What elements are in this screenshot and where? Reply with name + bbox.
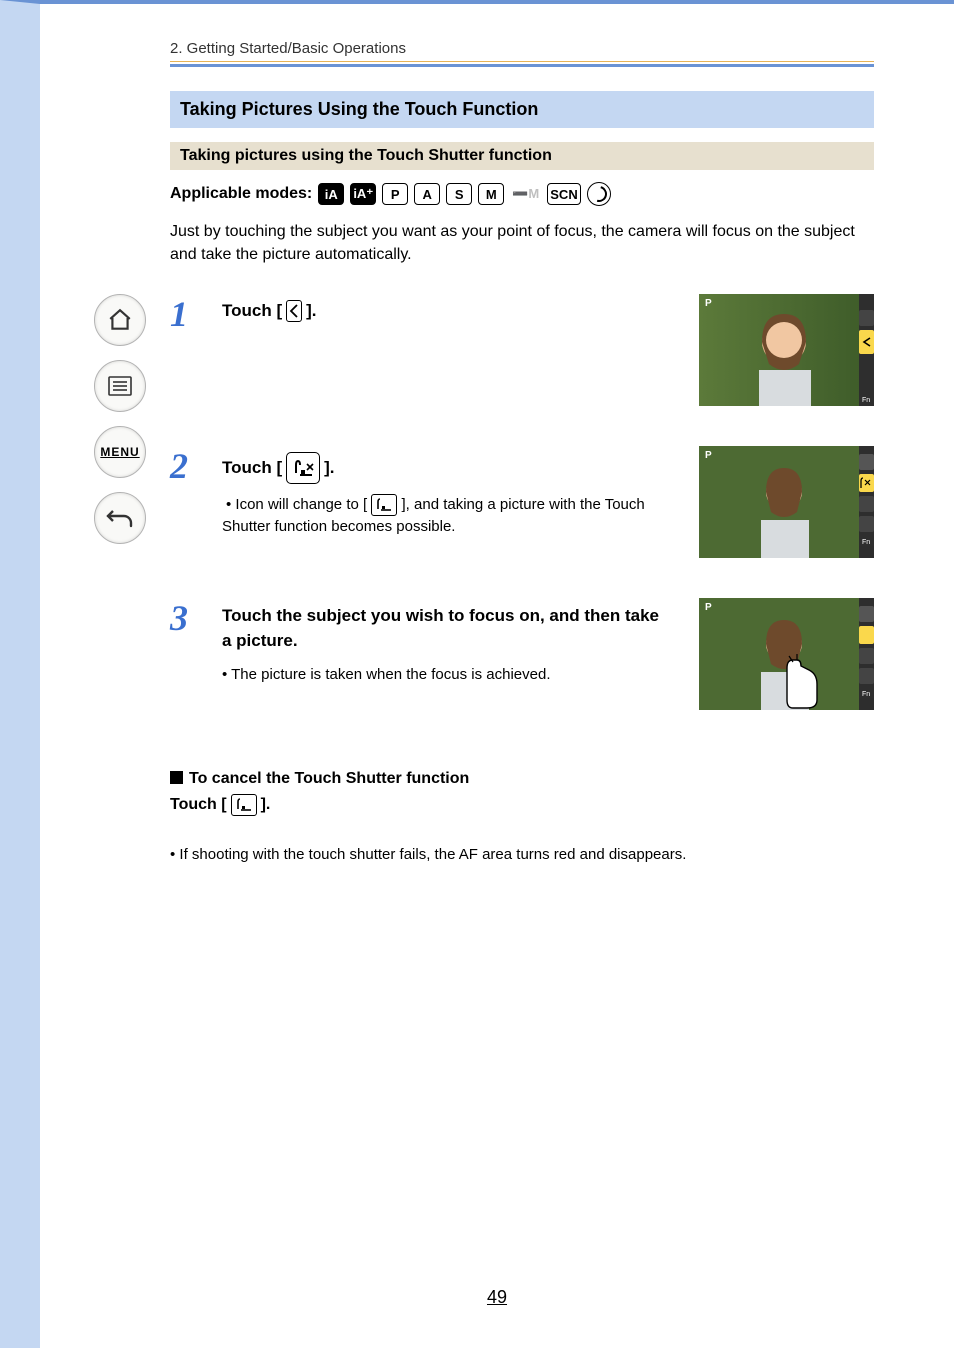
step-3-detail: • The picture is taken when the focus is… bbox=[222, 664, 671, 686]
svg-text:P: P bbox=[705, 450, 712, 461]
page-number[interactable]: 49 bbox=[40, 1287, 954, 1308]
mode-s: S bbox=[446, 183, 472, 205]
svg-text:Fn: Fn bbox=[862, 691, 870, 698]
svg-text:P: P bbox=[705, 602, 712, 613]
subsection-heading: Taking pictures using the Touch Shutter … bbox=[170, 142, 874, 170]
step-number-2: 2 bbox=[170, 448, 204, 484]
mode-movie-disabled: ➖M bbox=[510, 184, 541, 204]
svg-text:Fn: Fn bbox=[862, 539, 870, 546]
section-heading: Taking Pictures Using the Touch Function bbox=[170, 91, 874, 128]
mode-a: A bbox=[414, 183, 440, 205]
mode-ia-plus: iA⁺ bbox=[350, 183, 376, 205]
touch-shutter-on-icon bbox=[371, 494, 397, 516]
mode-ia: iA bbox=[318, 183, 344, 205]
mode-p: P bbox=[382, 183, 408, 205]
applicable-modes-row: Applicable modes: iA iA⁺ P A S M ➖M SCN bbox=[170, 182, 874, 206]
step-number-3: 3 bbox=[170, 600, 204, 636]
cancel-instruction: Touch [ ]. bbox=[170, 794, 874, 816]
intro-paragraph: Just by touching the subject you want as… bbox=[170, 220, 874, 266]
touch-shutter-off-icon bbox=[286, 452, 320, 484]
bullet-square-icon bbox=[170, 771, 183, 784]
step-3-thumbnail: P Fn bbox=[699, 598, 874, 710]
touch-tab-handle-icon bbox=[286, 300, 302, 322]
applicable-modes-label: Applicable modes: bbox=[170, 185, 312, 203]
svg-text:P: P bbox=[705, 298, 712, 309]
step-number-1: 1 bbox=[170, 296, 204, 332]
step-2-detail: • Icon will change to [ ], and taking a … bbox=[222, 494, 671, 538]
divider bbox=[170, 64, 874, 67]
step-2-thumbnail: P Fn bbox=[699, 446, 874, 558]
mode-m: M bbox=[478, 183, 504, 205]
svg-text:Fn: Fn bbox=[862, 397, 870, 404]
chapter-breadcrumb: 2. Getting Started/Basic Operations bbox=[170, 40, 874, 62]
step-2-title: Touch [ ]. bbox=[222, 452, 671, 484]
step-3-title: Touch the subject you wish to focus on, … bbox=[222, 604, 671, 653]
step-1-thumbnail: P Fn bbox=[699, 294, 874, 406]
warning-note: • If shooting with the touch shutter fai… bbox=[170, 846, 874, 863]
touch-shutter-on-icon-cancel bbox=[231, 794, 257, 816]
cancel-heading: To cancel the Touch Shutter function bbox=[170, 770, 874, 788]
step-1-title: Touch [ ]. bbox=[222, 300, 671, 322]
mode-creative bbox=[587, 182, 611, 206]
mode-scn: SCN bbox=[547, 183, 580, 205]
